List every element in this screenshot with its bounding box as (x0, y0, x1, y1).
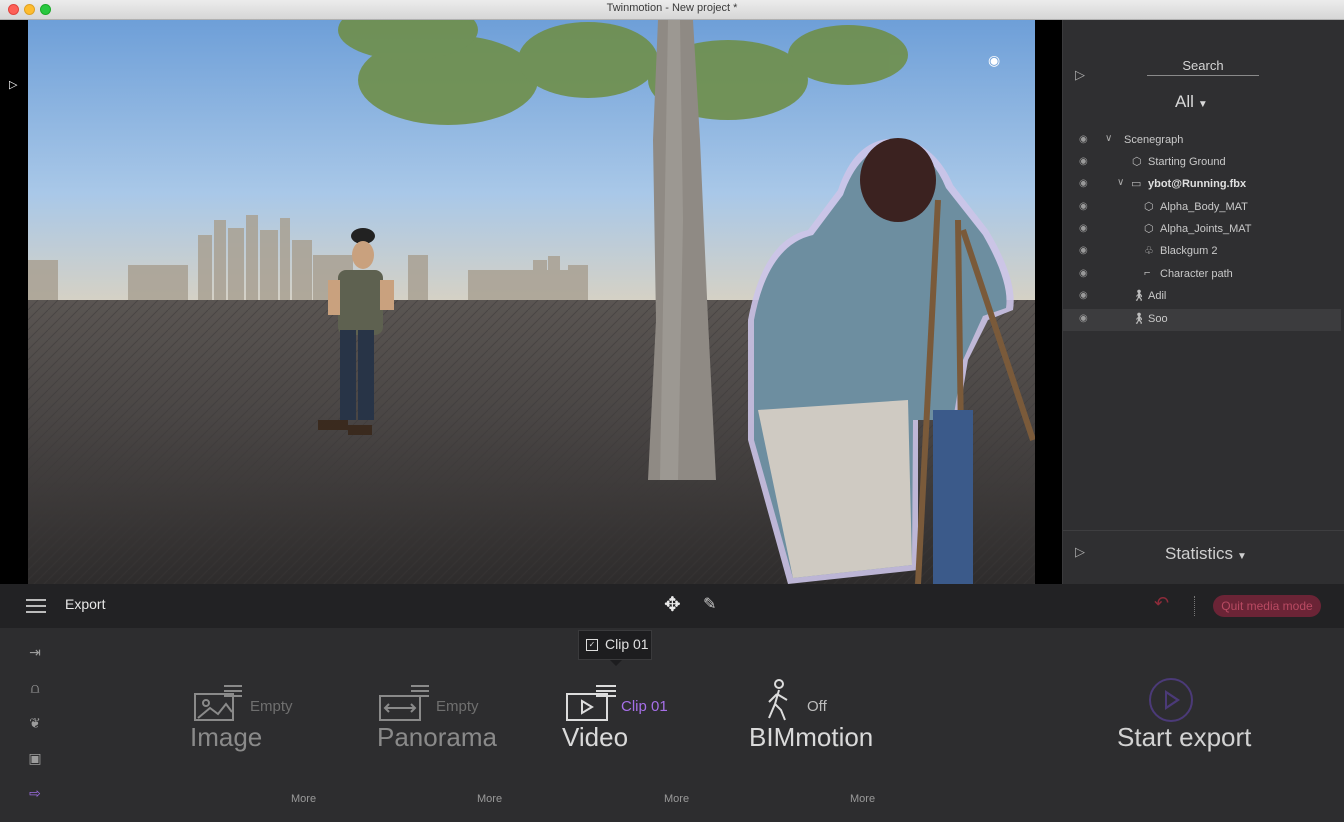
media-icon[interactable]: ▣ (22, 751, 48, 769)
context-icon[interactable]: ⩍ (22, 681, 48, 699)
bimmotion-more-link[interactable]: More (850, 793, 875, 805)
toolbar-separator (1194, 596, 1196, 616)
walker-icon: 🚶︎ (1132, 290, 1146, 302)
export-panel: ⇥ ⩍ ❦ ▣ ⇨ ✓ Clip 01 Empty Image More Emp… (0, 628, 1344, 822)
tree-item-alpha-joints[interactable]: ◉ ⬡ Alpha_Joints_MAT (1063, 219, 1341, 241)
tree-item-label: Character path (1160, 268, 1233, 280)
tree-item-label: Adil (1148, 290, 1167, 302)
tree-item-character-path[interactable]: ◉ ⌐ Character path (1063, 264, 1341, 286)
tree-item-scenegraph[interactable]: ◉ ∨ Scenegraph (1063, 130, 1341, 152)
scene-graph-panel: ▷ Search All ▼ ◉ ∨ Scenegraph ◉ ⬡ Startin… (1062, 20, 1344, 584)
tree-item-label: Blackgum 2 (1160, 245, 1218, 257)
chevron-down-icon[interactable]: ∨ (1105, 133, 1112, 144)
tree-item-soo[interactable]: ◉ 🚶︎ Soo (1063, 309, 1341, 331)
bimmotion-status: Off (807, 698, 827, 715)
checkbox-icon[interactable]: ✓ (586, 639, 598, 651)
eye-icon[interactable]: ◉ (1079, 134, 1088, 145)
tree-item-ybot[interactable]: ◉ ∨ ▭ ybot@Running.fbx (1063, 174, 1341, 196)
tree-item-label: Alpha_Body_MAT (1160, 201, 1248, 213)
statistics-label: Statistics (1165, 544, 1234, 563)
eye-icon[interactable]: ◉ (1079, 313, 1088, 324)
start-export-play-icon[interactable] (1149, 678, 1193, 722)
cube-icon: ⬡ (1132, 156, 1142, 168)
tree-item-adil[interactable]: ◉ 🚶︎ Adil (1063, 286, 1341, 308)
caret-down-icon: ▼ (1197, 99, 1208, 110)
eye-icon[interactable]: ◉ (1079, 201, 1088, 212)
tooltip-arrow (610, 660, 622, 666)
clip-tooltip: ✓ Clip 01 (578, 630, 652, 666)
eye-icon[interactable]: ◉ (1079, 156, 1088, 167)
move-tool-icon[interactable]: ✥ (664, 592, 681, 616)
video-icon (566, 685, 616, 721)
tree-item-label: Alpha_Joints_MAT (1160, 223, 1252, 235)
filter-label: All (1175, 92, 1194, 111)
eye-icon[interactable]: ◉ (1079, 223, 1088, 234)
left-panel-strip: ▷ (0, 20, 28, 584)
tree-item-label: Starting Ground (1148, 156, 1226, 168)
tree-item-label: Soo (1148, 313, 1168, 325)
scene-render (28, 20, 1035, 584)
title-bar: Twinmotion - New project * (0, 0, 1344, 20)
eyedropper-icon[interactable]: ✎ (703, 594, 716, 613)
quit-media-mode-button[interactable]: Quit media mode (1213, 595, 1321, 617)
expand-statistics-icon[interactable]: ▷ (1075, 545, 1085, 560)
caret-down-icon: ▼ (1237, 551, 1247, 562)
search-field[interactable]: Search (1147, 58, 1259, 76)
eye-icon[interactable]: ◉ (1079, 245, 1088, 256)
tree-item-label: ybot@Running.fbx (1148, 178, 1247, 190)
expand-left-panel-icon[interactable]: ▷ (9, 78, 17, 91)
export-icon[interactable]: ⇨ (22, 786, 48, 804)
eye-icon[interactable]: ◉ (1079, 290, 1088, 301)
leaf-icon[interactable]: ❦ (22, 716, 48, 734)
video-label: Video (562, 722, 629, 752)
undo-icon[interactable]: ↶ (1154, 593, 1169, 614)
panel-divider (1063, 530, 1344, 531)
walker-icon: 🚶︎ (1132, 313, 1146, 325)
start-export-button[interactable]: Start export (1117, 722, 1251, 753)
panorama-icon (379, 685, 429, 721)
folder-icon: ▭ (1131, 178, 1142, 190)
viewport-eye-icon[interactable]: ◉ (988, 53, 1000, 69)
image-icon (194, 685, 242, 721)
tooltip-label: Clip 01 (605, 636, 649, 652)
walker-icon (768, 679, 788, 721)
3d-viewport[interactable] (28, 20, 1035, 584)
hamburger-menu-icon[interactable] (26, 599, 46, 617)
bimmotion-label: BIMmotion (749, 722, 874, 752)
statistics-dropdown[interactable]: Statistics ▼ (1165, 544, 1247, 564)
collapse-panel-icon[interactable]: ▷ (1075, 68, 1085, 83)
tree-item-alpha-body[interactable]: ◉ ⬡ Alpha_Body_MAT (1063, 197, 1341, 219)
tree-icon: ♧ (1144, 245, 1154, 257)
image-status: Empty (250, 698, 293, 715)
chevron-down-icon[interactable]: ∨ (1117, 177, 1124, 188)
eye-icon[interactable]: ◉ (1079, 268, 1088, 279)
viewport-right-strip (1035, 20, 1062, 584)
play-triangle-inner (1167, 694, 1176, 706)
cube-icon: ⬡ (1144, 223, 1154, 235)
filter-dropdown[interactable]: All ▼ (1175, 92, 1208, 112)
panorama-label: Panorama (377, 722, 497, 752)
import-icon[interactable]: ⇥ (22, 645, 48, 663)
path-icon: ⌐ (1144, 267, 1151, 279)
tree-item-label: Scenegraph (1124, 134, 1184, 146)
video-more-link[interactable]: More (664, 793, 689, 805)
window-title: Twinmotion - New project * (606, 2, 738, 14)
section-title: Export (65, 596, 106, 612)
panorama-status: Empty (436, 698, 479, 715)
cube-icon: ⬡ (1144, 201, 1154, 213)
image-more-link[interactable]: More (291, 793, 316, 805)
panorama-more-link[interactable]: More (477, 793, 502, 805)
tree-item-starting-ground[interactable]: ◉ ⬡ Starting Ground (1063, 152, 1341, 174)
main-toolbar: Export ✥ ✎ ↶ Quit media mode (0, 584, 1344, 628)
eye-icon[interactable]: ◉ (1079, 178, 1088, 189)
video-status: Clip 01 (621, 698, 668, 715)
image-label: Image (190, 722, 263, 752)
tree-item-blackgum[interactable]: ◉ ♧ Blackgum 2 (1063, 241, 1341, 263)
